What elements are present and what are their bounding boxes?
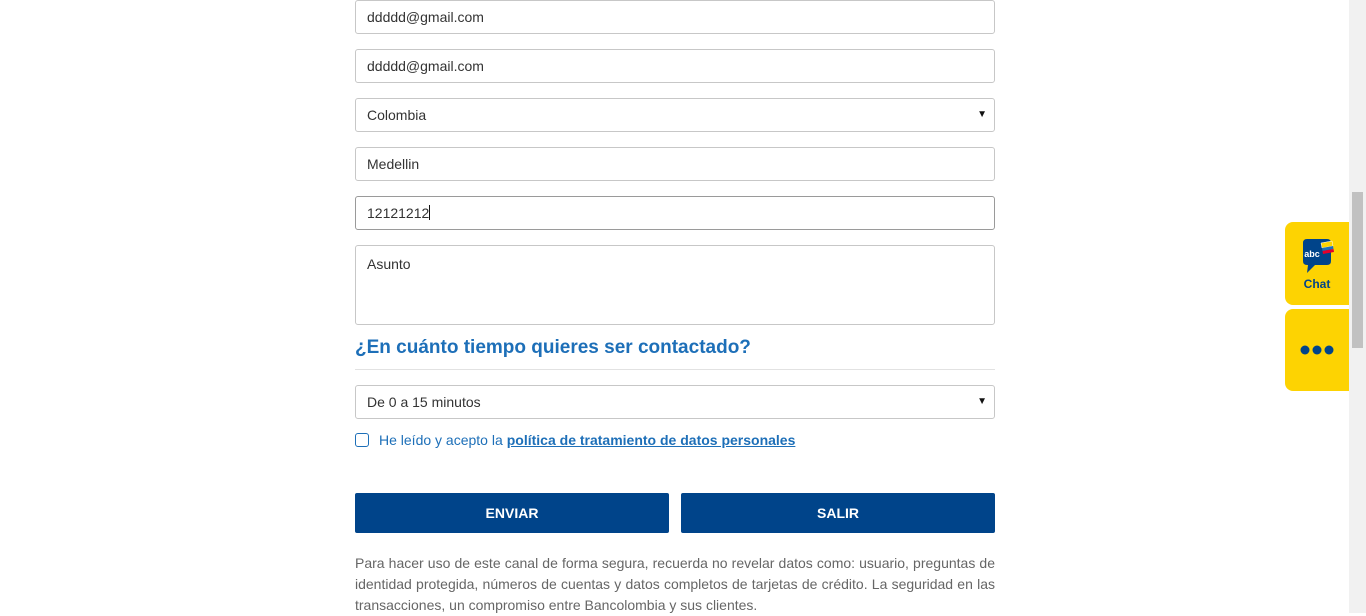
subject-textarea[interactable]: Asunto: [355, 245, 995, 325]
city-field[interactable]: Medellin: [355, 147, 995, 181]
privacy-policy-link[interactable]: política de tratamiento de datos persona…: [507, 432, 796, 448]
city-value: Medellin: [367, 156, 420, 172]
consent-text: He leído y acepto la: [379, 432, 503, 448]
text-cursor: [429, 205, 431, 220]
divider: [355, 369, 995, 370]
send-button[interactable]: ENVIAR: [355, 493, 669, 533]
page-scrollbar[interactable]: [1349, 0, 1366, 613]
chevron-down-icon: ▼: [977, 396, 987, 407]
scrollbar-thumb[interactable]: [1352, 192, 1363, 348]
email-confirm-field[interactable]: ddddd@gmail.com: [355, 49, 995, 83]
more-options-button[interactable]: [1285, 309, 1349, 391]
contact-time-select[interactable]: De 0 a 15 minutos ▼: [355, 385, 995, 419]
phone-value: 12121212: [367, 205, 430, 221]
country-select[interactable]: Colombia ▼: [355, 98, 995, 132]
email-confirm-value: ddddd@gmail.com: [367, 58, 484, 74]
chat-bubble-icon: abc: [1303, 238, 1334, 273]
security-disclaimer: Para hacer uso de este canal de forma se…: [355, 555, 995, 613]
email-value: ddddd@gmail.com: [367, 9, 484, 25]
more-dots-icon: [1300, 345, 1334, 355]
exit-button[interactable]: SALIR: [681, 493, 995, 533]
contact-time-value: De 0 a 15 minutos: [367, 394, 481, 410]
consent-row: He leído y acepto la política de tratami…: [355, 432, 795, 448]
chevron-down-icon: ▼: [977, 109, 987, 120]
chat-icon-text: abc: [1304, 249, 1320, 259]
subject-placeholder: Asunto: [367, 256, 411, 272]
chat-label: Chat: [1303, 276, 1331, 291]
consent-checkbox[interactable]: [355, 433, 369, 447]
country-value: Colombia: [367, 107, 427, 123]
chat-widget-button[interactable]: abc Chat: [1285, 222, 1349, 305]
contact-time-heading: ¿En cuánto tiempo quieres ser contactado…: [355, 337, 751, 358]
email-field[interactable]: ddddd@gmail.com: [355, 0, 995, 34]
phone-field[interactable]: 12121212: [355, 196, 995, 230]
